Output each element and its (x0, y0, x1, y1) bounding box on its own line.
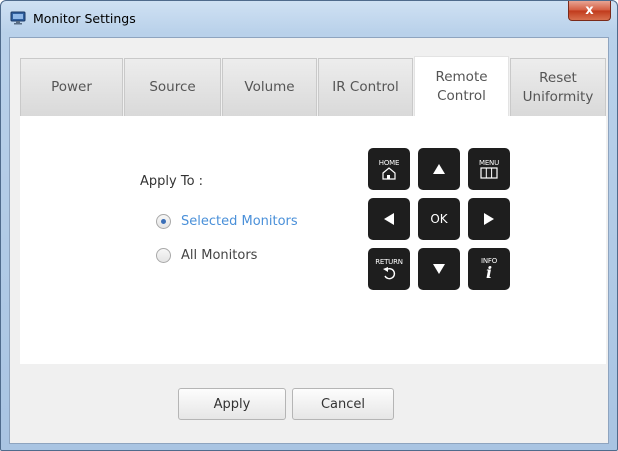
cancel-button[interactable]: Cancel (292, 388, 394, 420)
monitor-settings-window: Monitor Settings x Power Source Volume I… (0, 0, 618, 451)
radio-selected-monitors[interactable] (156, 214, 171, 229)
right-arrow-button[interactable] (468, 198, 510, 240)
tab-volume[interactable]: Volume (222, 58, 317, 116)
window-title: Monitor Settings (33, 11, 136, 26)
option-all-monitors[interactable]: All Monitors (156, 248, 257, 263)
close-button[interactable]: x (568, 1, 611, 21)
monitor-icon (10, 11, 26, 25)
right-arrow-icon (484, 213, 494, 225)
home-button[interactable]: HOME (368, 148, 410, 190)
remote-keypad: HOME MENU OK RETURN INFO i (368, 148, 510, 292)
option-label: All Monitors (181, 248, 258, 263)
dialog-client-area: Power Source Volume IR Control Remote Co… (9, 37, 609, 444)
tab-ir-control[interactable]: IR Control (318, 58, 413, 116)
menu-label: MENU (478, 159, 500, 167)
radio-all-monitors[interactable] (156, 248, 171, 263)
option-label: Selected Monitors (181, 214, 298, 229)
remote-control-panel: Apply To : Selected Monitors All Monitor… (20, 116, 606, 364)
tab-reset-uniformity[interactable]: Reset Uniformity (510, 58, 606, 116)
home-label: HOME (378, 158, 400, 167)
return-label: RETURN (375, 258, 403, 266)
ok-label: OK (430, 212, 448, 226)
return-button[interactable]: RETURN (368, 248, 410, 290)
info-button[interactable]: INFO i (468, 248, 510, 290)
tab-power[interactable]: Power (20, 58, 123, 116)
tab-remote-control[interactable]: Remote Control (414, 56, 509, 116)
left-arrow-icon (384, 213, 394, 225)
down-arrow-icon (433, 264, 445, 274)
ok-button[interactable]: OK (418, 198, 460, 240)
home-icon (382, 166, 396, 180)
return-icon (383, 267, 396, 280)
apply-button[interactable]: Apply (178, 388, 286, 420)
close-icon: x (585, 3, 594, 18)
up-arrow-icon (433, 164, 445, 174)
tab-source[interactable]: Source (124, 58, 221, 116)
tab-bar: Power Source Volume IR Control Remote Co… (10, 56, 608, 116)
info-icon: i (485, 263, 493, 282)
menu-icon (480, 167, 498, 179)
title-bar[interactable]: Monitor Settings x (1, 1, 617, 37)
apply-to-label: Apply To : (140, 174, 204, 189)
menu-button[interactable]: MENU (468, 148, 510, 190)
option-selected-monitors[interactable]: Selected Monitors (156, 214, 298, 229)
left-arrow-button[interactable] (368, 198, 410, 240)
up-arrow-button[interactable] (418, 148, 460, 190)
down-arrow-button[interactable] (418, 248, 460, 290)
